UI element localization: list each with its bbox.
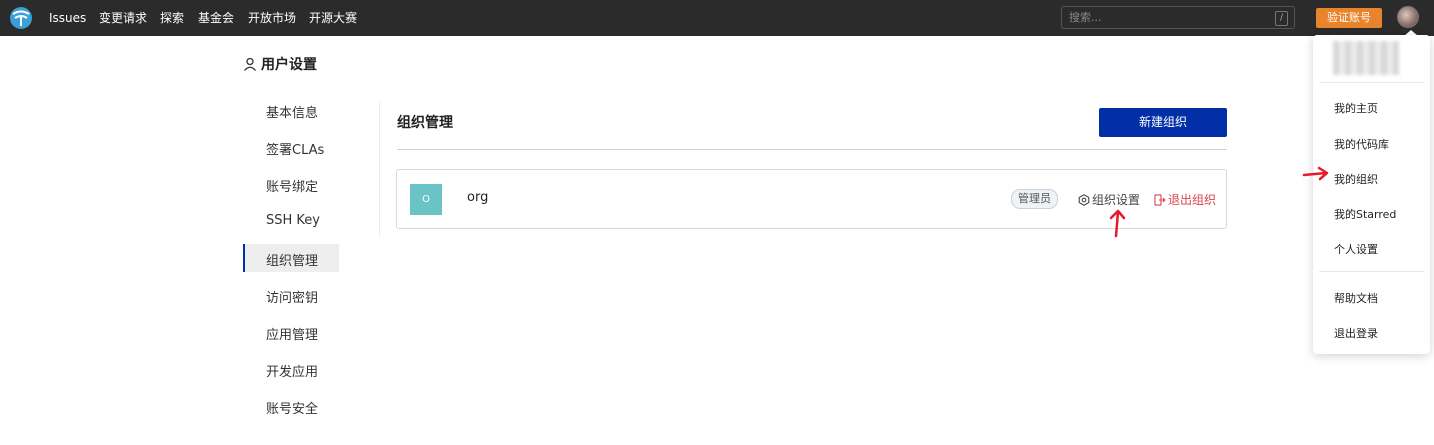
sidebar-item-account-binding[interactable]: 账号绑定 <box>243 170 339 198</box>
nav-explore[interactable]: 探索 <box>160 10 184 26</box>
logout-icon <box>1154 194 1166 209</box>
menu-divider <box>1319 82 1424 83</box>
menu-item-logout[interactable]: 退出登录 <box>1334 325 1378 341</box>
top-nav-bar: Issues 变更请求 探索 基金会 开放市场 开源大赛 / 验证账号 <box>0 0 1434 36</box>
nav-competition[interactable]: 开源大赛 <box>309 10 357 26</box>
nav-foundation[interactable]: 基金会 <box>198 10 234 26</box>
sidebar-item-label: 基本信息 <box>266 106 319 121</box>
sidebar-item-label: SSH Key <box>266 213 320 228</box>
nav-issues[interactable]: Issues <box>49 10 86 26</box>
sidebar-item-label: 访问密钥 <box>266 291 319 306</box>
role-badge: 管理员 <box>1011 189 1058 209</box>
search-box: / <box>1061 6 1295 29</box>
page-title-text: 用户设置 <box>261 57 317 73</box>
sidebar-item-org-management[interactable]: 组织管理 <box>243 244 339 272</box>
leave-org-label: 退出组织 <box>1168 193 1217 207</box>
sidebar-item-developer-apps[interactable]: 开发应用 <box>243 355 339 383</box>
verify-account-button[interactable]: 验证账号 <box>1316 8 1382 28</box>
hexagon-settings-icon <box>1078 194 1090 209</box>
sidebar-item-account-security[interactable]: 账号安全 <box>243 392 339 420</box>
section-title: 组织管理 <box>397 115 453 131</box>
sidebar-item-label: 组织管理 <box>266 254 319 269</box>
search-shortcut-hint: / <box>1275 11 1288 26</box>
sidebar-item-access-tokens[interactable]: 访问密钥 <box>243 281 339 309</box>
user-dropdown-menu: 我的主页 我的代码库 我的组织 我的Starred 个人设置 帮助文档 退出登录 <box>1313 35 1430 354</box>
leave-org-link[interactable]: 退出组织 <box>1154 191 1216 209</box>
sidebar-item-label: 账号安全 <box>266 402 319 417</box>
site-logo-icon[interactable] <box>10 7 32 29</box>
menu-item-personal-settings[interactable]: 个人设置 <box>1334 241 1378 257</box>
menu-item-my-orgs[interactable]: 我的组织 <box>1334 171 1378 187</box>
menu-item-help-docs[interactable]: 帮助文档 <box>1334 290 1378 306</box>
org-avatar[interactable]: O <box>410 184 442 215</box>
sidebar-item-basic-info[interactable]: 基本信息 <box>243 96 339 124</box>
menu-divider <box>1319 271 1424 272</box>
new-org-button[interactable]: 新建组织 <box>1099 108 1227 137</box>
blurred-username <box>1333 41 1399 75</box>
sidebar-item-label: 账号绑定 <box>266 180 319 195</box>
sidebar-item-app-management[interactable]: 应用管理 <box>243 318 339 346</box>
menu-item-my-starred[interactable]: 我的Starred <box>1334 206 1396 222</box>
sidebar-item-label: 开发应用 <box>266 365 319 380</box>
sidebar-item-label: 应用管理 <box>266 328 319 343</box>
search-input[interactable] <box>1069 10 1269 25</box>
sidebar-item-label: 签署CLAs <box>266 143 325 158</box>
nav-pull-requests[interactable]: 变更请求 <box>99 10 147 26</box>
nav-marketplace[interactable]: 开放市场 <box>248 10 296 26</box>
org-settings-label: 组织设置 <box>1092 193 1141 207</box>
sidebar-divider <box>379 102 380 237</box>
sidebar-item-ssh-key[interactable]: SSH Key <box>243 207 339 235</box>
org-list-item: O org 管理员 组织设置 退出组织 <box>396 169 1227 229</box>
section-divider <box>397 149 1227 150</box>
user-avatar[interactable] <box>1397 6 1419 28</box>
org-settings-link[interactable]: 组织设置 <box>1078 191 1140 209</box>
sidebar-item-clas[interactable]: 签署CLAs <box>243 133 339 161</box>
org-name[interactable]: org <box>467 190 488 205</box>
menu-item-my-repos[interactable]: 我的代码库 <box>1334 136 1389 152</box>
menu-item-my-homepage[interactable]: 我的主页 <box>1334 100 1378 116</box>
user-icon <box>243 57 257 75</box>
page-title: 用户设置 <box>243 54 317 75</box>
